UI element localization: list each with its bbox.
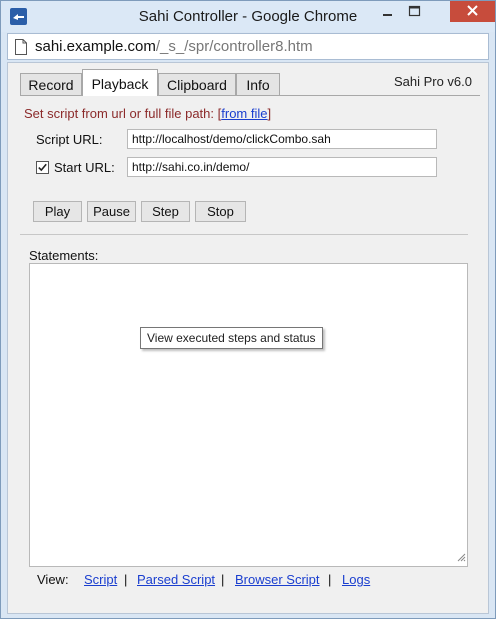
address-host: sahi.example.com [35, 38, 156, 55]
start-url-input[interactable] [127, 157, 437, 177]
address-path: /_s_/spr/controller8.htm [155, 38, 313, 55]
tab-clipboard[interactable]: Clipboard [158, 73, 236, 95]
play-button[interactable]: Play [33, 201, 82, 222]
view-script-link[interactable]: Script [84, 572, 117, 587]
stop-button[interactable]: Stop [195, 201, 246, 222]
tab-record[interactable]: Record [20, 73, 82, 95]
start-url-checkbox[interactable] [36, 161, 49, 174]
version-label: Sahi Pro v6.0 [393, 74, 472, 89]
maximize-icon[interactable] [401, 1, 428, 22]
page-content: Record Playback Clipboard Info Sahi Pro … [7, 62, 489, 614]
view-label: View: [37, 572, 69, 587]
script-url-label: Script URL: [36, 132, 103, 147]
script-url-input[interactable] [127, 129, 437, 149]
minimize-icon[interactable] [374, 1, 401, 22]
hint-bracket-close: ] [267, 106, 272, 121]
script-source-hint: Set script from url or full file path: [… [24, 106, 271, 121]
view-separator: | [124, 572, 128, 587]
address-url[interactable]: sahi.example.com/_s_/spr/controller8.htm [35, 38, 313, 55]
view-browser-script-link[interactable]: Browser Script [235, 572, 320, 587]
page-icon [14, 39, 28, 58]
statements-tooltip: View executed steps and status [140, 327, 323, 349]
section-divider [20, 234, 468, 235]
close-icon[interactable] [450, 1, 495, 22]
browser-window: Sahi Controller - Google Chrome sahi.exa… [0, 0, 496, 619]
view-separator: | [328, 572, 332, 587]
view-logs-link[interactable]: Logs [342, 572, 370, 587]
tab-playback[interactable]: Playback [82, 69, 158, 96]
pause-button[interactable]: Pause [87, 201, 136, 222]
from-file-link[interactable]: from file [221, 106, 267, 121]
tab-info[interactable]: Info [236, 73, 280, 95]
statements-label: Statements: [29, 248, 99, 263]
resize-grip-icon[interactable] [457, 550, 466, 565]
view-parsed-script-link[interactable]: Parsed Script [137, 572, 215, 587]
address-bar[interactable]: sahi.example.com/_s_/spr/controller8.htm [7, 33, 489, 60]
title-bar: Sahi Controller - Google Chrome [1, 1, 495, 32]
step-button[interactable]: Step [141, 201, 190, 222]
start-url-label: Start URL: [54, 160, 115, 175]
view-separator: | [221, 572, 225, 587]
hint-text: Set script from url or full file path: [24, 106, 215, 121]
statements-textarea[interactable] [29, 263, 468, 567]
